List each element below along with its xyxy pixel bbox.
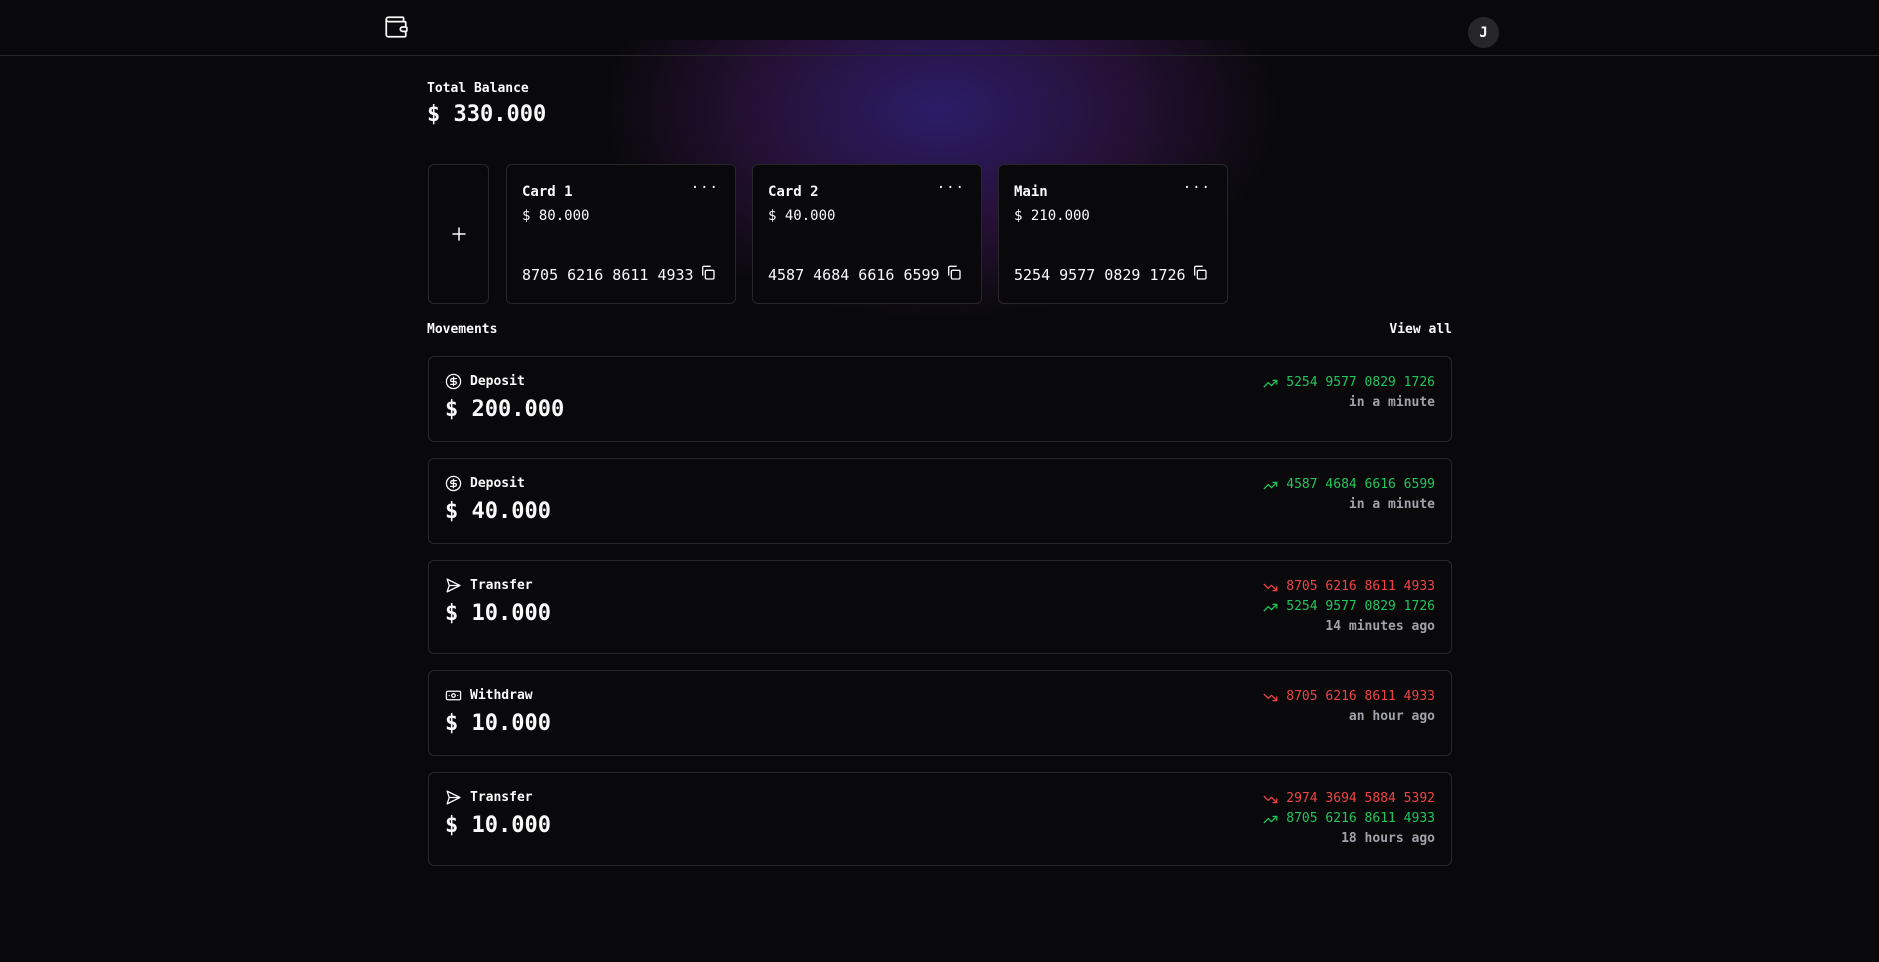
send-icon [446, 578, 461, 593]
movement-amount: $ 40.000 [445, 499, 551, 524]
card-number: 5254 9577 0829 1726 [1014, 266, 1186, 284]
movement-from-account: 8705 6216 8611 4933 [1286, 689, 1435, 704]
copy-icon[interactable] [700, 265, 716, 281]
trending-down-icon [1263, 795, 1278, 803]
trending-up-icon [1263, 379, 1278, 387]
add-card-button[interactable] [428, 164, 489, 304]
wallet-icon[interactable] [383, 14, 409, 40]
trending-up-icon [1263, 481, 1278, 489]
plus-icon [451, 227, 466, 241]
movement-time: in a minute [1348, 395, 1435, 410]
card-item[interactable]: Main ··· $ 210.000 5254 9577 0829 1726 [998, 164, 1228, 304]
card-menu-button[interactable]: ··· [937, 180, 965, 196]
movement-type: Deposit [470, 374, 525, 389]
card-item[interactable]: Card 2 ··· $ 40.000 4587 4684 6616 6599 [752, 164, 982, 304]
movement-item[interactable]: Deposit $ 40.000 4587 4684 6616 6599 in … [428, 458, 1452, 544]
copy-icon[interactable] [1192, 265, 1208, 281]
card-number: 8705 6216 8611 4933 [522, 266, 694, 284]
view-all-link[interactable]: View all [1389, 322, 1452, 337]
movement-type: Deposit [470, 476, 525, 491]
dollar-circle-icon [445, 373, 462, 390]
movement-item[interactable]: Transfer $ 10.000 2974 3694 5884 5392 87… [428, 772, 1452, 866]
card-amount: $ 40.000 [768, 208, 836, 224]
card-menu-button[interactable]: ··· [691, 180, 719, 196]
movement-from-account: 2974 3694 5884 5392 [1286, 791, 1435, 806]
total-balance-value: $ 330.000 [427, 102, 547, 127]
send-icon [446, 790, 461, 805]
movement-from-account: 8705 6216 8611 4933 [1286, 579, 1435, 594]
movements-title: Movements [427, 322, 498, 337]
trending-up-icon [1263, 603, 1278, 611]
movement-time: in a minute [1348, 497, 1435, 512]
movement-amount: $ 10.000 [445, 813, 551, 838]
movement-item[interactable]: Withdraw $ 10.000 8705 6216 8611 4933 an… [428, 670, 1452, 756]
movement-time: 14 minutes ago [1325, 619, 1435, 634]
movement-type: Transfer [470, 578, 533, 593]
copy-icon[interactable] [946, 265, 962, 281]
movement-time: 18 hours ago [1341, 831, 1435, 846]
trending-down-icon [1263, 583, 1278, 591]
card-number: 4587 4684 6616 6599 [768, 266, 940, 284]
movement-to-account: 5254 9577 0829 1726 [1286, 599, 1435, 614]
card-name: Main [1014, 184, 1048, 200]
card-name: Card 2 [768, 184, 819, 200]
movement-time: an hour ago [1348, 709, 1435, 724]
avatar[interactable]: J [1468, 17, 1499, 48]
total-balance-label: Total Balance [427, 81, 529, 96]
card-menu-button[interactable]: ··· [1183, 180, 1211, 196]
movement-to-account: 8705 6216 8611 4933 [1286, 811, 1435, 826]
movement-item[interactable]: Transfer $ 10.000 8705 6216 8611 4933 52… [428, 560, 1452, 654]
banknote-icon [445, 690, 462, 701]
movement-type: Withdraw [470, 688, 533, 703]
dollar-circle-icon [445, 475, 462, 492]
movement-item[interactable]: Deposit $ 200.000 5254 9577 0829 1726 in… [428, 356, 1452, 442]
card-amount: $ 80.000 [522, 208, 590, 224]
trending-down-icon [1263, 693, 1278, 701]
movement-amount: $ 10.000 [445, 711, 551, 736]
card-amount: $ 210.000 [1014, 208, 1090, 224]
movement-type: Transfer [470, 790, 533, 805]
movement-to-account: 4587 4684 6616 6599 [1286, 477, 1435, 492]
card-name: Card 1 [522, 184, 573, 200]
movement-to-account: 5254 9577 0829 1726 [1286, 375, 1435, 390]
movement-amount: $ 10.000 [445, 601, 551, 626]
top-bar: J [0, 0, 1879, 56]
card-item[interactable]: Card 1 ··· $ 80.000 8705 6216 8611 4933 [506, 164, 736, 304]
movement-amount: $ 200.000 [445, 397, 565, 422]
trending-up-icon [1263, 815, 1278, 823]
